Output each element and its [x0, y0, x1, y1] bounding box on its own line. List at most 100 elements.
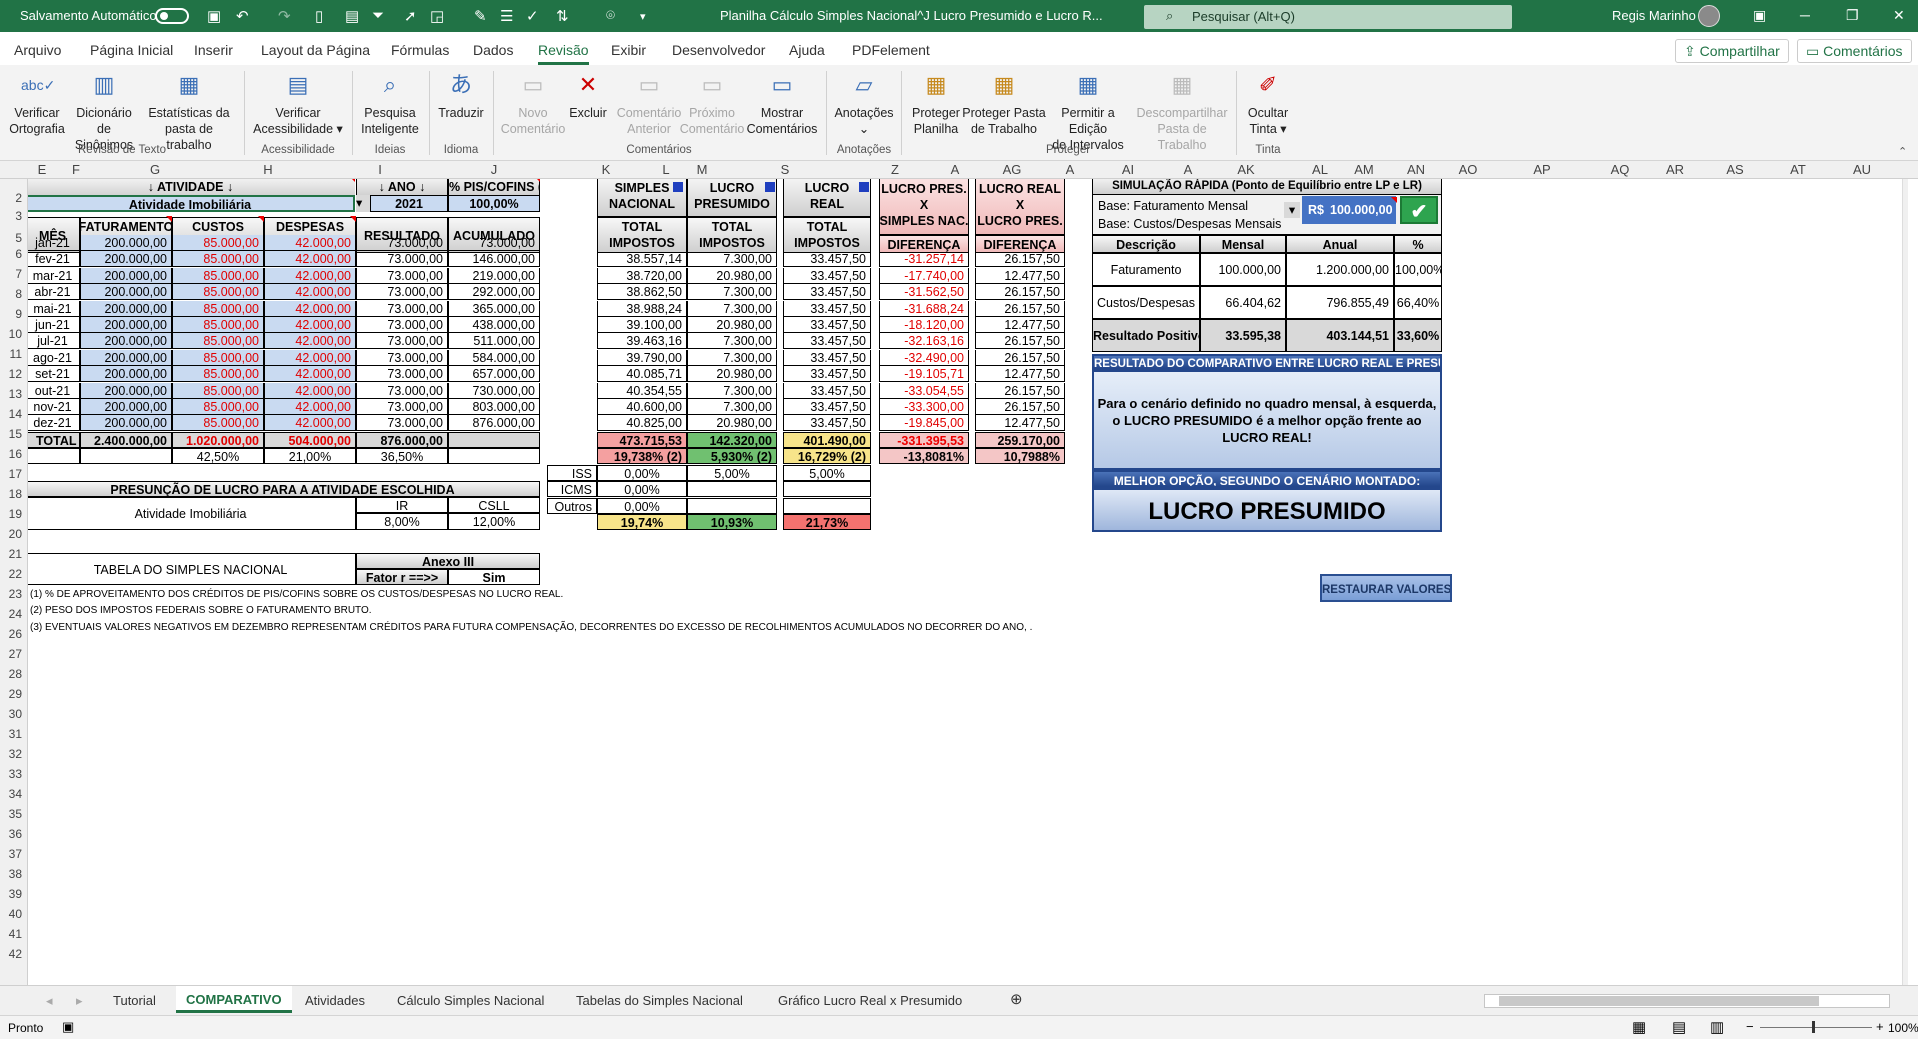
- custos-cell[interactable]: 85.000,00: [172, 366, 264, 383]
- sort-icon[interactable]: ⇅: [556, 7, 569, 25]
- month-cell[interactable]: dez-21: [28, 415, 80, 432]
- zoom-thumb[interactable]: [1812, 1021, 1815, 1033]
- column-header[interactable]: AK: [1191, 162, 1301, 177]
- diff-lpsn-cell[interactable]: -33.054,55: [879, 382, 969, 399]
- custos-cell[interactable]: 85.000,00: [172, 235, 264, 251]
- column-header[interactable]: AG: [962, 162, 1062, 177]
- row-header[interactable]: 36: [0, 827, 22, 841]
- total-diff-lrlp[interactable]: 259.170,00: [975, 431, 1065, 448]
- faturamento-cell[interactable]: 200.000,00: [80, 284, 172, 301]
- simples-title[interactable]: TABELA DO SIMPLES NACIONAL: [28, 552, 356, 585]
- month-cell[interactable]: set-21: [28, 366, 80, 383]
- column-header[interactable]: I: [323, 162, 438, 177]
- sim-header[interactable]: Mensal: [1200, 235, 1286, 253]
- menu-revisao[interactable]: Revisão: [538, 42, 589, 65]
- column-header[interactable]: AR: [1650, 162, 1700, 177]
- zoom-slider[interactable]: [1760, 1027, 1872, 1028]
- row-header[interactable]: 35: [0, 807, 22, 821]
- real-cell[interactable]: 33.457,50: [783, 415, 871, 432]
- row-header[interactable]: 6: [0, 247, 22, 261]
- checkbox-icon[interactable]: [859, 182, 869, 192]
- diff-lrlp-cell[interactable]: 12.477,50: [975, 415, 1065, 432]
- simples-cell[interactable]: 38.557,14: [597, 251, 687, 268]
- total-impostos-header[interactable]: TOTAL IMPOSTOS: [597, 217, 687, 253]
- acumulado-cell[interactable]: 657.000,00: [448, 366, 540, 383]
- tax-label[interactable]: Outros: [547, 497, 597, 514]
- diff-lrlp-cell[interactable]: 26.157,50: [975, 251, 1065, 268]
- search-box[interactable]: ⌕ Pesquisar (Alt+Q): [1144, 5, 1512, 29]
- dropdown-arrow-icon[interactable]: ▾: [356, 195, 370, 212]
- pis-input[interactable]: 100,00%: [448, 195, 540, 212]
- sim-row-label[interactable]: Resultado Positivo: [1092, 319, 1200, 352]
- row-header[interactable]: 18: [0, 487, 22, 501]
- scrollbar-thumb[interactable]: [1499, 996, 1819, 1006]
- tab-calculo-simples[interactable]: Cálculo Simples Nacional: [397, 993, 544, 1008]
- sim-row-mensal[interactable]: 100.000,00: [1200, 253, 1286, 286]
- save-icon[interactable]: ▣: [207, 7, 221, 25]
- acumulado-cell[interactable]: 365.000,00: [448, 300, 540, 317]
- despesas-cell[interactable]: 42.000,00: [264, 399, 356, 415]
- anexo-value[interactable]: Anexo III: [356, 552, 540, 569]
- diff-lrlp-cell[interactable]: 26.157,50: [975, 300, 1065, 317]
- confirm-button[interactable]: ✔: [1400, 196, 1438, 224]
- diff-lpsn-cell[interactable]: -32.163,16: [879, 333, 969, 350]
- protect-workbook-button[interactable]: ▦ Proteger Pasta de Trabalho: [962, 69, 1046, 137]
- sim-option-custos[interactable]: Base: Custos/Despesas Mensais: [1098, 216, 1308, 232]
- resultado-cell[interactable]: 73.000,00: [356, 366, 448, 383]
- simples-cell[interactable]: 40.085,71: [597, 366, 687, 383]
- sum-simples[interactable]: 19,74%: [597, 514, 687, 530]
- row-header[interactable]: 19: [0, 507, 22, 521]
- diff-lrlp-cell[interactable]: 26.157,50: [975, 349, 1065, 366]
- resultado-cell[interactable]: 73.000,00: [356, 415, 448, 432]
- menu-ajuda[interactable]: Ajuda: [789, 42, 825, 58]
- avatar[interactable]: [1698, 5, 1720, 27]
- share-button[interactable]: ⇪ Compartilhar: [1675, 39, 1789, 63]
- resultado-cell[interactable]: 73.000,00: [356, 382, 448, 399]
- melhor-opcao-title[interactable]: MELHOR OPÇÃO, SEGUNDO O CENÁRIO MONTADO:: [1092, 470, 1442, 488]
- column-header[interactable]: F: [56, 162, 96, 177]
- sim-row-mensal[interactable]: 66.404,62: [1200, 286, 1286, 319]
- tab-tutorial[interactable]: Tutorial: [113, 993, 156, 1008]
- pct-diff-lpsn[interactable]: -13,8081%: [879, 447, 969, 464]
- diff-lrlp-cell[interactable]: 26.157,50: [975, 399, 1065, 415]
- acumulado-cell[interactable]: 511.000,00: [448, 333, 540, 350]
- spell-icon[interactable]: ✓: [526, 7, 539, 25]
- ribbon-display-icon[interactable]: ▣: [1753, 7, 1766, 24]
- faturamento-cell[interactable]: 200.000,00: [80, 235, 172, 251]
- tab-grafico[interactable]: Gráfico Lucro Real x Presumido: [778, 993, 962, 1008]
- faturamento-cell[interactable]: 200.000,00: [80, 349, 172, 366]
- resultado-cell[interactable]: 73.000,00: [356, 399, 448, 415]
- camera-icon[interactable]: ⌾: [606, 7, 615, 24]
- acumulado-cell[interactable]: 730.000,00: [448, 382, 540, 399]
- tax-label[interactable]: ISS: [547, 464, 597, 481]
- presumido-cell[interactable]: 20.980,00: [687, 415, 777, 432]
- simples-cell[interactable]: 40.600,00: [597, 399, 687, 415]
- sim-row-anual[interactable]: 796.855,49: [1286, 286, 1394, 319]
- tax-label[interactable]: ICMS: [547, 481, 597, 498]
- diff-lpsn-cell[interactable]: -31.257,14: [879, 251, 969, 268]
- row-header[interactable]: 10: [0, 327, 22, 341]
- real-cell[interactable]: 33.457,50: [783, 349, 871, 366]
- tab-next-icon[interactable]: ▸: [76, 993, 83, 1009]
- faturamento-cell[interactable]: 200.000,00: [80, 415, 172, 432]
- column-header[interactable]: A: [950, 162, 960, 177]
- diferenca-header[interactable]: DIFERENÇA: [879, 235, 969, 253]
- custos-cell[interactable]: 85.000,00: [172, 267, 264, 284]
- sim-header[interactable]: Descrição: [1092, 235, 1200, 253]
- month-cell[interactable]: jul-21: [28, 333, 80, 350]
- presumido-header[interactable]: LUCRO PRESUMIDO: [687, 179, 777, 217]
- acumulado-cell[interactable]: 803.000,00: [448, 399, 540, 415]
- simples-cell[interactable]: 38.988,24: [597, 300, 687, 317]
- ir-label[interactable]: IR: [356, 496, 448, 513]
- real-cell[interactable]: 33.457,50: [783, 267, 871, 284]
- tax-real[interactable]: [783, 497, 871, 514]
- total-faturamento[interactable]: 2.400.000,00: [80, 431, 172, 448]
- custos-cell[interactable]: 85.000,00: [172, 415, 264, 432]
- ano-input[interactable]: 2021: [370, 195, 448, 212]
- notes-button[interactable]: ▱ Anotações ⌄: [832, 69, 896, 137]
- sim-title[interactable]: SIMULAÇÃO RÁPIDA (Ponto de Equilíbrio en…: [1092, 179, 1442, 195]
- tab-prev-icon[interactable]: ◂: [46, 993, 53, 1009]
- despesas-cell[interactable]: 42.000,00: [264, 349, 356, 366]
- diferenca-header[interactable]: DIFERENÇA: [975, 235, 1065, 253]
- column-header[interactable]: A: [1065, 162, 1075, 177]
